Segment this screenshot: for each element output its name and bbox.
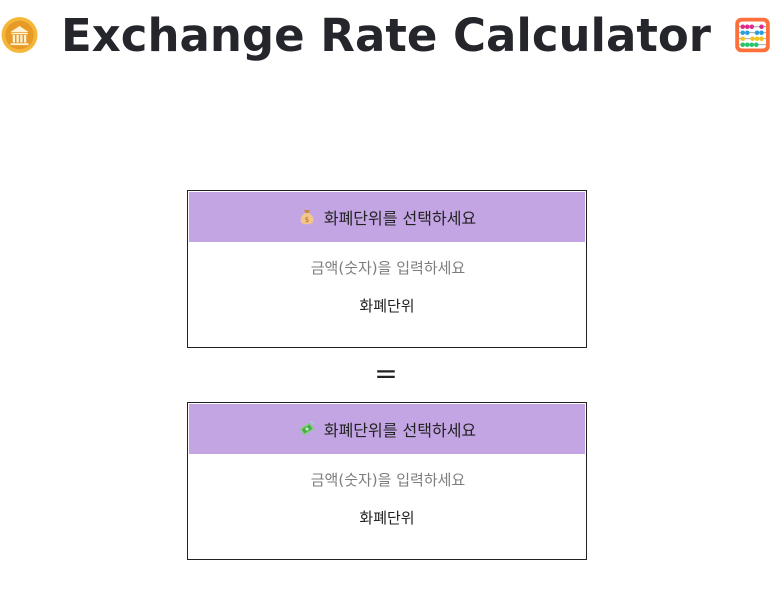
to-currency-select[interactable]: 화폐단위를 선택하세요 — [189, 404, 585, 454]
flying-money-icon — [300, 420, 314, 436]
from-currency-panel: $ 화폐단위를 선택하세요 화폐단위 — [187, 190, 587, 348]
svg-text:$: $ — [305, 216, 309, 224]
from-currency-select-label: 화폐단위를 선택하세요 — [323, 209, 477, 228]
to-currency-panel: 화폐단위를 선택하세요 화폐단위 — [187, 402, 587, 560]
bank-icon — [1, 16, 38, 54]
to-amount-input[interactable] — [238, 465, 538, 495]
abacus-icon — [735, 17, 770, 53]
page-header: Exchange Rate Calculator — [0, 0, 772, 70]
money-bag-icon: $ — [300, 210, 314, 225]
page-title: Exchange Rate Calculator — [61, 8, 711, 62]
equals-sign: = — [374, 357, 398, 390]
from-currency-select[interactable]: $ 화폐단위를 선택하세요 — [189, 192, 585, 242]
to-currency-select-label: 화폐단위를 선택하세요 — [323, 421, 477, 440]
to-unit-label: 화폐단위 — [359, 509, 415, 527]
from-unit-label: 화폐단위 — [359, 297, 415, 315]
from-amount-input[interactable] — [238, 253, 538, 283]
